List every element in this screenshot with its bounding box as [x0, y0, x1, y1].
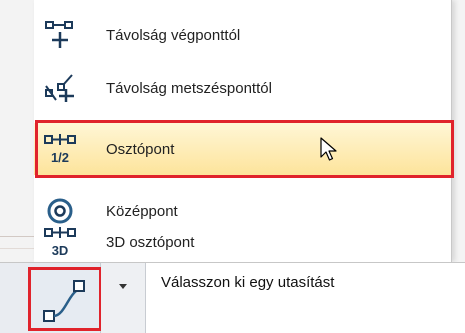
- menu-item-divider-point[interactable]: 1/2 Osztópont: [34, 123, 451, 175]
- mouse-cursor-icon: [320, 137, 338, 168]
- caret-down-icon: [118, 278, 128, 296]
- dropdown-menu: Távolság végponttól Távolság metszéspont…: [34, 0, 452, 262]
- command-prompt: Válasszon ki egy utasítást: [161, 274, 335, 291]
- menu-item-3d-divider-point[interactable]: 3D 3D osztópont: [34, 222, 451, 262]
- divider: [0, 248, 34, 249]
- menu-item-distance-from-endpoint[interactable]: Távolság végponttól: [34, 12, 451, 58]
- divider-point-3d-icon: 3D: [44, 226, 76, 258]
- divider-point-half-icon: 1/2: [44, 133, 76, 165]
- distance-from-endpoint-icon: [44, 19, 76, 51]
- screen: Távolság végponttól Távolság metszéspont…: [0, 0, 465, 333]
- menu-item-label: 3D osztópont: [106, 233, 195, 251]
- highlight-frame: [28, 267, 102, 331]
- bottom-toolbar: Válasszon ki egy utasítást: [0, 262, 465, 333]
- background-panel-right: [451, 0, 465, 262]
- menu-item-distance-from-intersection[interactable]: Távolság metszésponttól: [34, 65, 451, 111]
- toolbar-edge: [0, 263, 29, 333]
- menu-item-label: Távolság metszésponttól: [106, 79, 272, 97]
- divider: [0, 236, 34, 237]
- svg-text:1/2: 1/2: [51, 150, 69, 165]
- menu-item-label: Távolság végponttól: [106, 26, 241, 44]
- menu-item-label: Középpont: [106, 202, 178, 220]
- background-panel: [0, 0, 34, 262]
- menu-item-label: Osztópont: [106, 140, 175, 158]
- tool-dropdown-button[interactable]: [101, 263, 146, 333]
- svg-text:3D: 3D: [52, 243, 69, 258]
- distance-from-intersection-icon: [44, 72, 76, 104]
